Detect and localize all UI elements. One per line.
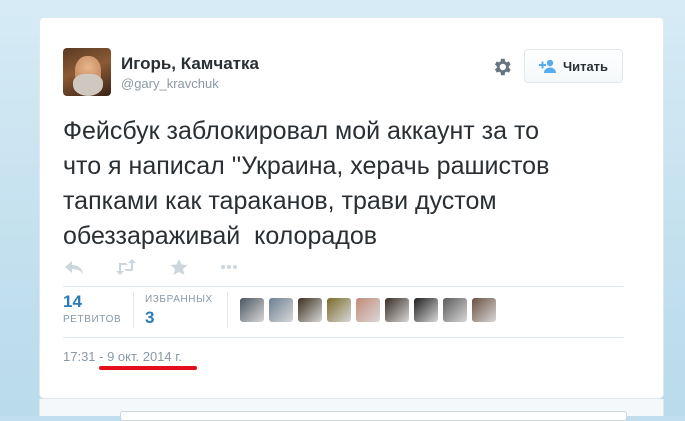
red-underline-annotation: [99, 366, 197, 370]
gear-icon[interactable]: [491, 56, 513, 78]
follow-button[interactable]: Читать: [524, 49, 623, 83]
tweet-timestamp[interactable]: 17:31 - 9 окт. 2014 г.: [63, 349, 182, 364]
favoriter-avatar[interactable]: [269, 298, 293, 322]
favoriter-avatar[interactable]: [385, 298, 409, 322]
favoriter-avatar[interactable]: [472, 298, 496, 322]
user-handle[interactable]: @gary_kravchuk: [121, 76, 219, 91]
avatar-beard: [73, 74, 103, 96]
favoriter-avatar[interactable]: [414, 298, 438, 322]
follow-button-label: Читать: [562, 58, 609, 74]
favoriter-avatars: [240, 298, 496, 322]
favoriter-avatar[interactable]: [240, 298, 264, 322]
favorites-label: ИЗБРАННЫХ: [145, 294, 213, 305]
star-icon[interactable]: [168, 258, 190, 276]
favorites-count[interactable]: 3: [145, 308, 154, 328]
tweet-text: Фейсбук заблокировал мой аккаунт за то ч…: [63, 117, 550, 250]
reply-icon[interactable]: [63, 258, 85, 276]
favoriter-avatar[interactable]: [298, 298, 322, 322]
favoriter-avatar[interactable]: [356, 298, 380, 322]
stats-divider-top: [63, 286, 623, 287]
retweets-count[interactable]: 14: [63, 292, 82, 312]
stats-divider-bottom: [63, 337, 623, 338]
person-plus-icon: [538, 59, 556, 73]
avatar[interactable]: [63, 48, 111, 96]
user-fullname[interactable]: Игорь, Камчатка: [121, 54, 259, 74]
more-icon[interactable]: [218, 258, 240, 276]
favoriter-avatar[interactable]: [327, 298, 351, 322]
stats-separator: [133, 292, 134, 328]
favoriter-avatar[interactable]: [443, 298, 467, 322]
retweets-label: РЕТВИТОВ: [63, 314, 122, 325]
retweet-icon[interactable]: [115, 258, 137, 276]
stats-separator-2: [227, 292, 228, 328]
reply-input[interactable]: [120, 411, 627, 421]
